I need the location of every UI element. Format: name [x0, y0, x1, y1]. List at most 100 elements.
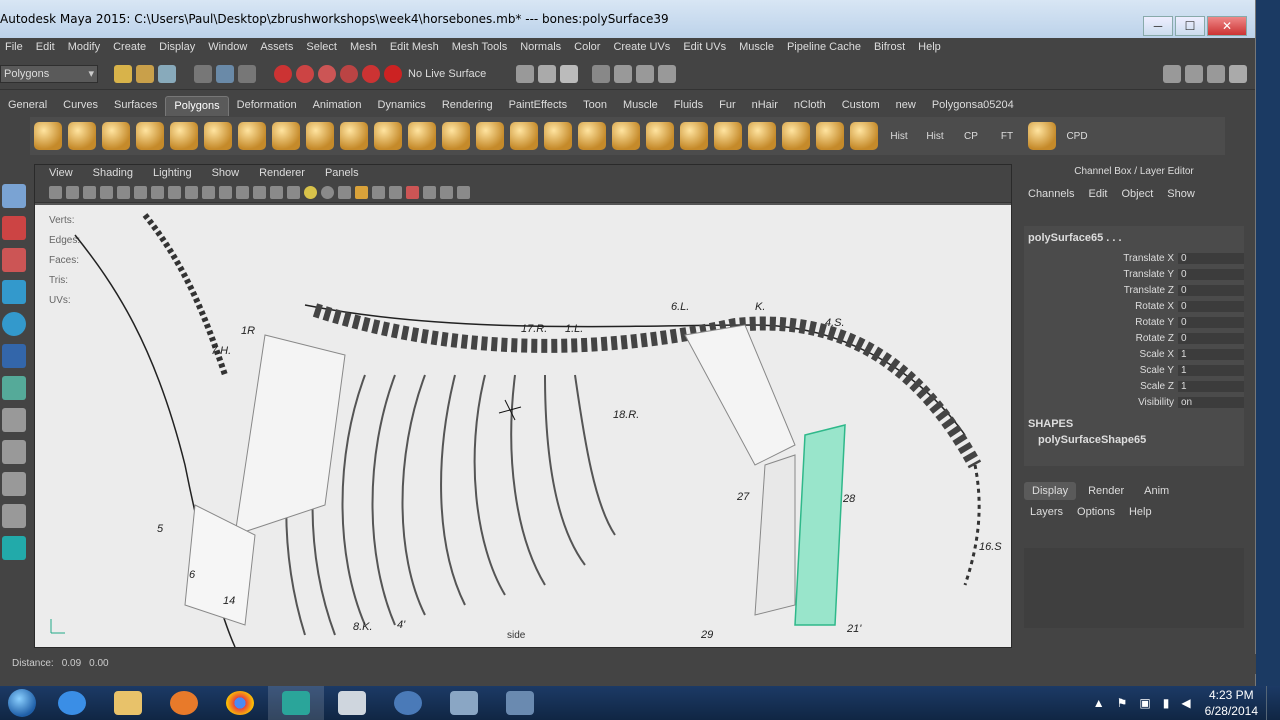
xray-joints-icon[interactable] [440, 186, 453, 199]
tab-nhair[interactable]: nHair [744, 96, 786, 116]
attr-value[interactable]: 1 [1178, 380, 1244, 392]
menu-bifrost[interactable]: Bifrost [869, 38, 913, 57]
layer-list[interactable] [1024, 548, 1244, 628]
cb-menu-channels[interactable]: Channels [1028, 188, 1088, 200]
xray-icon[interactable] [423, 186, 436, 199]
tab-ncloth[interactable]: nCloth [786, 96, 834, 116]
channel-box-icon[interactable] [1229, 64, 1247, 83]
depth-of-field-icon[interactable] [389, 186, 402, 199]
snap-curve-icon[interactable] [296, 64, 314, 83]
select-tool-icon[interactable] [2, 184, 26, 208]
use-all-lights-icon[interactable] [304, 186, 317, 199]
taskbar-ie[interactable] [44, 686, 100, 720]
attr-row[interactable]: Rotate X 0 [1024, 298, 1244, 314]
menu-pipeline-cache[interactable]: Pipeline Cache [782, 38, 869, 57]
save-scene-icon[interactable] [158, 64, 176, 83]
tab-painteffects[interactable]: PaintEffects [501, 96, 576, 116]
smooth-shade-icon[interactable] [253, 186, 266, 199]
select-camera-icon[interactable] [49, 186, 62, 199]
split-polygon-icon[interactable] [680, 122, 708, 150]
magnet-icon[interactable] [384, 64, 402, 83]
taskbar-app-6[interactable] [324, 686, 380, 720]
isolate-select-icon[interactable] [406, 186, 419, 199]
snap-grid-icon[interactable] [274, 64, 292, 83]
menu-create-uvs[interactable]: Create UVs [608, 38, 678, 57]
motion-blur-icon[interactable] [355, 186, 368, 199]
camera-attributes-icon[interactable] [66, 186, 79, 199]
attr-row[interactable]: Rotate Z 0 [1024, 330, 1244, 346]
open-scene-icon[interactable] [136, 64, 154, 83]
select-component-icon[interactable] [238, 64, 256, 83]
tab-dynamics[interactable]: Dynamics [370, 96, 434, 116]
attr-row[interactable]: Scale Y 1 [1024, 362, 1244, 378]
menu-edit-uvs[interactable]: Edit UVs [678, 38, 734, 57]
menu-mesh[interactable]: Mesh [345, 38, 385, 57]
poly-cone-icon[interactable] [136, 122, 164, 150]
selected-object-name[interactable]: polySurface65 . . . [1024, 226, 1244, 250]
side-viewport[interactable]: View Shading Lighting Show Renderer Pane… [34, 164, 1012, 648]
menu-color[interactable]: Color [569, 38, 608, 57]
paint-select-tool-icon[interactable] [2, 248, 26, 272]
poly-soccer-icon[interactable] [272, 122, 300, 150]
combine-icon[interactable] [306, 122, 334, 150]
tab-polygonsa05204[interactable]: Polygonsa05204 [924, 96, 1022, 116]
history-icon[interactable] [636, 64, 655, 83]
menu-create[interactable]: Create [108, 38, 154, 57]
anti-aliasing-icon[interactable] [372, 186, 385, 199]
uv-editor-icon[interactable] [1028, 122, 1056, 150]
fill-hole-icon[interactable] [646, 122, 674, 150]
taskbar-explorer[interactable] [100, 686, 156, 720]
average-vertices-icon[interactable] [476, 122, 504, 150]
menu-normals[interactable]: Normals [515, 38, 569, 57]
tab-new[interactable]: new [888, 96, 924, 116]
tab-display-layers[interactable]: Display [1024, 482, 1077, 500]
tab-fur[interactable]: Fur [711, 96, 744, 116]
tab-general[interactable]: General [0, 96, 55, 116]
safe-title-icon[interactable] [219, 186, 232, 199]
shelf-label-hist-1[interactable]: Hist [884, 131, 914, 142]
menu-select[interactable]: Select [301, 38, 345, 57]
bevel-icon[interactable] [782, 122, 810, 150]
layer-menu-help[interactable]: Help [1129, 506, 1152, 518]
tab-render-layers[interactable]: Render [1080, 482, 1132, 500]
poly-sphere-icon[interactable] [34, 122, 62, 150]
snap-view-plane-icon[interactable] [340, 64, 358, 83]
safe-action-icon[interactable] [202, 186, 215, 199]
vp-menu-shading[interactable]: Shading [79, 165, 139, 183]
shelf-label-ft[interactable]: FT [992, 131, 1022, 142]
collapse-icon[interactable] [850, 122, 878, 150]
poly-cylinder-icon[interactable] [102, 122, 130, 150]
vp-menu-lighting[interactable]: Lighting [139, 165, 198, 183]
attr-value[interactable]: 0 [1178, 284, 1244, 296]
attribute-editor-icon[interactable] [1185, 64, 1203, 83]
menu-mesh-tools[interactable]: Mesh Tools [447, 38, 515, 57]
bookmarks-icon[interactable] [83, 186, 96, 199]
append-polygon-icon[interactable] [612, 122, 640, 150]
taskbar-zbrush[interactable] [380, 686, 436, 720]
vp-menu-renderer[interactable]: Renderer [245, 165, 311, 183]
shelf-label-cp[interactable]: CP [956, 131, 986, 142]
tab-rendering[interactable]: Rendering [434, 96, 501, 116]
image-plane-icon[interactable] [100, 186, 113, 199]
booleans-icon[interactable] [408, 122, 436, 150]
vp-menu-panels[interactable]: Panels [311, 165, 365, 183]
tab-animation[interactable]: Animation [305, 96, 370, 116]
separate-icon[interactable] [340, 122, 368, 150]
shadows-icon[interactable] [321, 186, 334, 199]
poly-pipe-icon[interactable] [238, 122, 266, 150]
field-chart-icon[interactable] [185, 186, 198, 199]
attr-row[interactable]: Translate Z 0 [1024, 282, 1244, 298]
show-desktop-button[interactable] [1266, 686, 1280, 720]
taskbar-clock[interactable]: 4:23 PM 6/28/2014 [1197, 687, 1266, 719]
tray-app-icon[interactable]: ▣ [1133, 696, 1156, 710]
select-hierarchy-icon[interactable] [194, 64, 212, 83]
action-center-flag-icon[interactable]: ⚑ [1111, 696, 1134, 710]
attr-value[interactable]: on [1178, 396, 1244, 408]
vp-menu-view[interactable]: View [35, 165, 79, 183]
shelf-label-hist-2[interactable]: Hist [920, 131, 950, 142]
attr-value[interactable]: 0 [1178, 300, 1244, 312]
attr-value[interactable]: 0 [1178, 268, 1244, 280]
make-live-icon[interactable] [362, 64, 380, 83]
move-tool-icon[interactable] [2, 280, 26, 304]
tab-anim-layers[interactable]: Anim [1136, 482, 1177, 500]
